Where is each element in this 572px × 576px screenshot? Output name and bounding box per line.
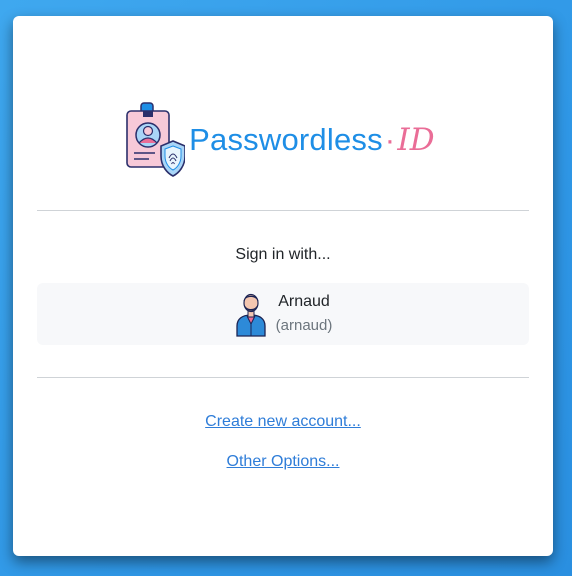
id-badge-shield-icon [126,102,186,177]
logo: Passwordless·ID [13,100,553,180]
create-account-link[interactable]: Create new account... [13,413,553,431]
brand-name: Passwordless [189,122,383,157]
user-avatar-icon [235,293,266,337]
other-options-link[interactable]: Other Options... [13,453,553,471]
sign-in-heading: Sign in with... [235,246,331,263]
account-username: (arnaud) [275,317,333,334]
bottom-divider [37,377,529,378]
top-divider [37,210,529,211]
account-display-name: Arnaud [278,293,330,310]
brand-wordmark: Passwordless·ID [189,122,435,158]
brand-dot: · [384,122,396,157]
brand-suffix: ID [397,122,435,158]
login-card: Passwordless·ID Sign in with... Arnaud (… [13,16,553,556]
account-option-arnaud[interactable]: Arnaud (arnaud) [37,283,529,345]
